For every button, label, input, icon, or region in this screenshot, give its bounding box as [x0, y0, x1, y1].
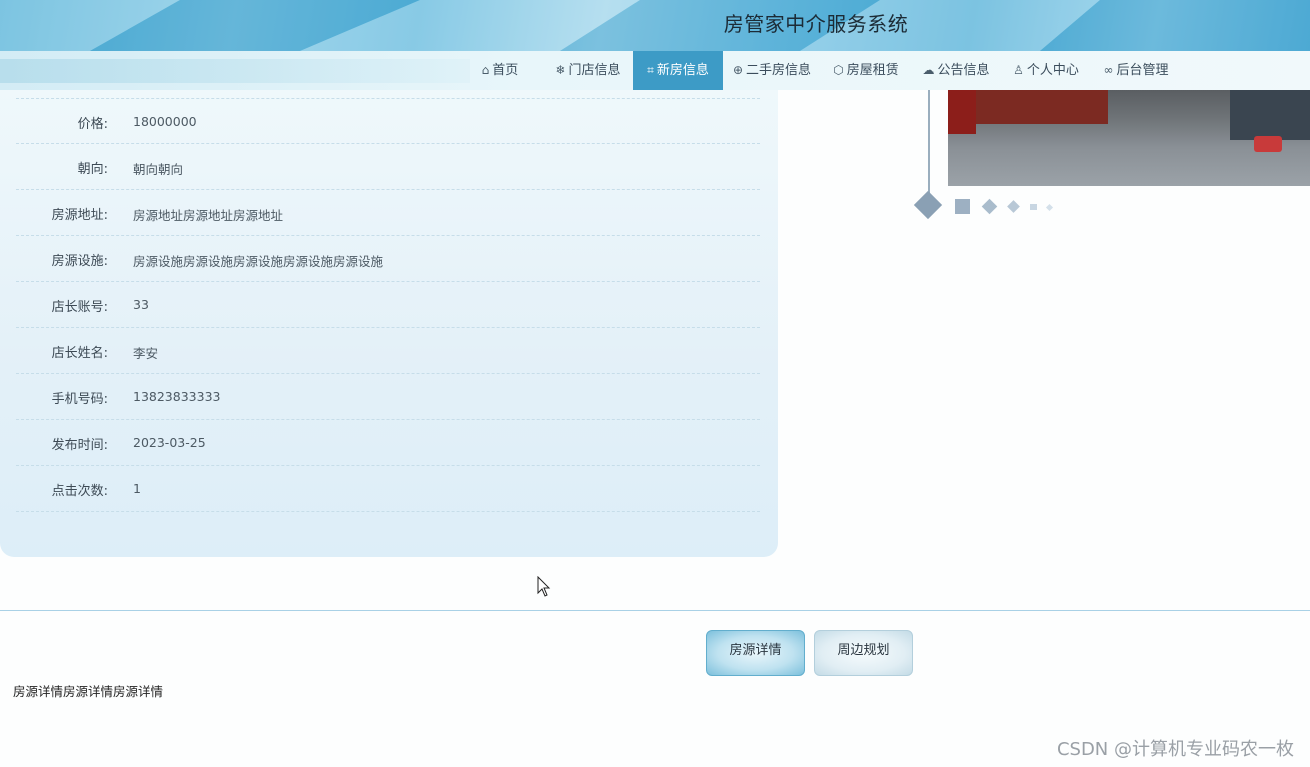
carousel-dot[interactable]: [1030, 204, 1037, 210]
main-nav: ⌂ 首页 ❄ 门店信息 ⌗ 新房信息 ⊕ 二手房信息 ⬡ 房屋租赁 ☁ 公告信息 ♙ 个人中心…: [0, 51, 1310, 90]
link-icon: ∞: [1103, 63, 1114, 77]
nav-item-label: 首页: [492, 63, 519, 78]
detail-value: 房源地址房源地址房源地址: [133, 208, 284, 223]
nav-item-notices[interactable]: ☁ 公告信息: [916, 51, 996, 90]
detail-label: 发布时间:: [51, 438, 108, 453]
carousel-connector: [928, 90, 930, 194]
nav-item-new-homes[interactable]: ⌗ 新房信息: [633, 51, 723, 90]
photo-detail: [1230, 90, 1310, 140]
property-photo[interactable]: [948, 90, 1310, 186]
detail-value: 33: [133, 297, 149, 312]
carousel-dot[interactable]: [1007, 200, 1020, 213]
detail-label: 朝向:: [77, 162, 108, 177]
tab-surrounding-planning[interactable]: 周边规划: [814, 630, 913, 676]
detail-label: 店长账号:: [51, 300, 108, 315]
photo-detail: [1254, 136, 1282, 152]
detail-row-click-count: 点击次数: 1: [16, 466, 760, 512]
nav-item-label: 后台管理: [1116, 63, 1169, 78]
nav-item-label: 二手房信息: [746, 63, 812, 78]
detail-value: 房源设施房源设施房源设施房源设施房源设施: [133, 254, 384, 269]
nav-item-label: 新房信息: [656, 63, 709, 78]
carousel-dot-active[interactable]: [913, 190, 943, 220]
tab-content-text: 房源详情房源详情房源详情: [13, 684, 164, 699]
nav-decoration: [0, 59, 470, 83]
mouse-cursor-icon: [537, 576, 551, 597]
detail-row-facilities: 房源设施: 房源设施房源设施房源设施房源设施房源设施: [16, 236, 760, 282]
photo-detail: [948, 90, 976, 134]
detail-label: 房源设施:: [51, 254, 108, 269]
detail-value: 13823833333: [133, 389, 221, 404]
snowflake-icon: ❄: [555, 63, 566, 77]
detail-row-publish-date: 发布时间: 2023-03-25: [16, 420, 760, 466]
box-icon: ⬡: [833, 63, 844, 77]
tab-property-details[interactable]: 房源详情: [706, 630, 805, 676]
detail-value: 李安: [133, 346, 159, 361]
nav-item-rental[interactable]: ⬡ 房屋租赁: [826, 51, 906, 90]
nav-item-label: 个人中心: [1026, 63, 1079, 78]
detail-label: 价格:: [77, 117, 108, 132]
detail-value: 朝向朝向: [133, 162, 184, 177]
nav-item-label: 房屋租赁: [846, 63, 899, 78]
carousel-dot[interactable]: [1045, 203, 1054, 212]
nav-item-home[interactable]: ⌂ 首页: [470, 51, 530, 90]
nav-item-label: 公告信息: [937, 63, 990, 78]
carousel-dot[interactable]: [981, 198, 998, 215]
nav-item-stores[interactable]: ❄ 门店信息: [545, 51, 631, 90]
detail-row-address: 房源地址: 房源地址房源地址房源地址: [16, 190, 760, 236]
detail-label: 房源地址:: [51, 208, 108, 223]
detail-label: 手机号码:: [51, 392, 108, 407]
banner-decoration: [0, 0, 1310, 51]
detail-value: 18000000: [133, 114, 197, 129]
carousel-dot[interactable]: [955, 199, 970, 214]
user-icon: ♙: [1013, 63, 1024, 77]
detail-row-price: 价格: 18000000: [16, 98, 760, 144]
watermark: CSDN @计算机专业码农一枚: [1056, 739, 1294, 760]
property-detail-panel: 价格: 18000000 朝向: 朝向朝向 房源地址: 房源地址房源地址房源地址…: [0, 90, 778, 557]
nav-item-admin[interactable]: ∞ 后台管理: [1096, 51, 1176, 90]
tag-icon: ⌗: [647, 63, 654, 77]
detail-row-manager-account: 店长账号: 33: [16, 282, 760, 328]
nav-item-second-hand[interactable]: ⊕ 二手房信息: [727, 51, 817, 90]
detail-value: 1: [133, 481, 141, 496]
detail-row-orientation: 朝向: 朝向朝向: [16, 144, 760, 190]
detail-value: 2023-03-25: [133, 435, 206, 450]
detail-row-manager-name: 店长姓名: 李安: [16, 328, 760, 374]
detail-label: 店长姓名:: [51, 346, 108, 361]
nav-item-label: 门店信息: [568, 63, 621, 78]
nav-item-profile[interactable]: ♙ 个人中心: [1006, 51, 1086, 90]
palette-icon: ☁: [922, 63, 935, 77]
globe-icon: ⊕: [732, 63, 744, 77]
site-title: 房管家中介服务系统: [723, 12, 909, 36]
detail-label: 点击次数:: [51, 484, 108, 499]
header-banner: 房管家中介服务系统: [0, 0, 1310, 51]
section-divider: [0, 610, 1310, 611]
home-icon: ⌂: [481, 63, 490, 77]
detail-row-phone: 手机号码: 13823833333: [16, 374, 760, 420]
